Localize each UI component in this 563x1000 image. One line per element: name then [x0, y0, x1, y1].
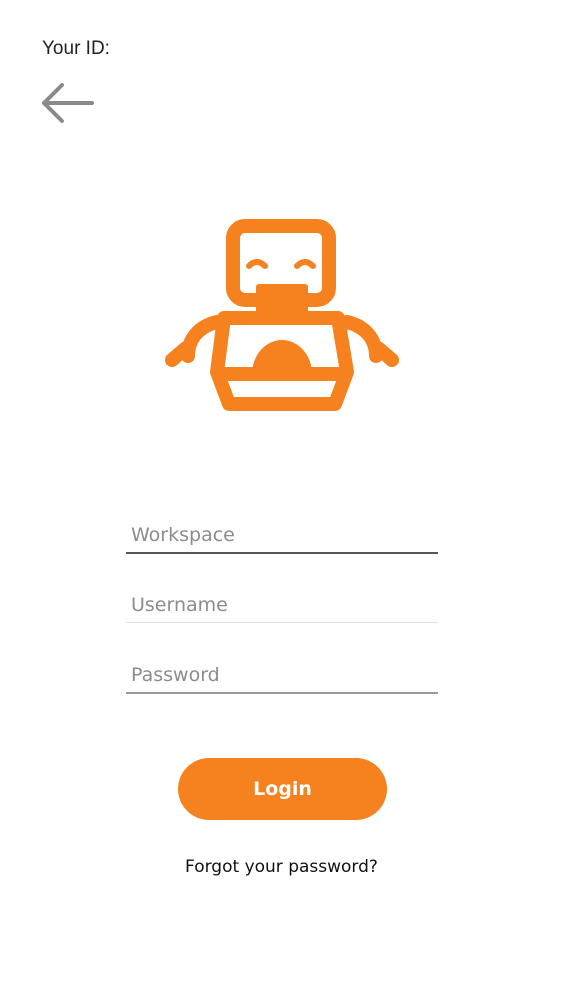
back-button[interactable] [38, 80, 98, 128]
login-button[interactable]: Login [178, 758, 387, 820]
username-input[interactable] [126, 588, 438, 622]
password-input[interactable] [126, 658, 438, 692]
forgot-password-link[interactable]: Forgot your password? [0, 857, 563, 877]
arrow-left-icon [42, 83, 94, 123]
password-field[interactable] [126, 658, 438, 694]
robot-logo-icon [165, 219, 399, 411]
username-field[interactable] [126, 588, 438, 623]
workspace-field[interactable] [126, 518, 438, 554]
workspace-input[interactable] [126, 518, 438, 552]
robot-logo [160, 214, 404, 420]
your-id-label: Your ID: [42, 38, 110, 59]
